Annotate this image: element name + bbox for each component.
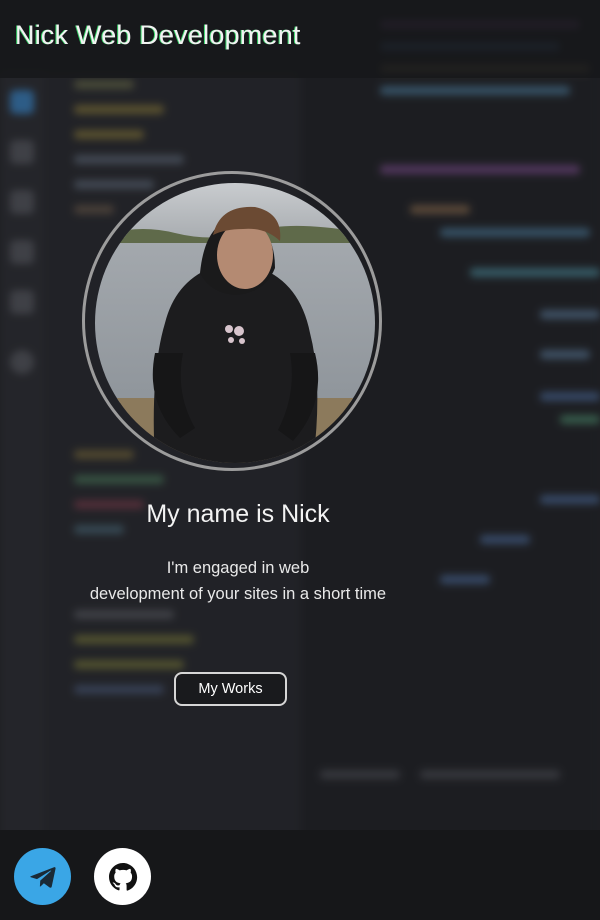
site-brand[interactable]: Nick Web Development <box>15 20 301 51</box>
code-editor-background <box>0 0 600 920</box>
profile-photo-image <box>95 183 375 463</box>
header-bar: Nick Web Development <box>0 0 600 78</box>
activity-bar <box>0 70 44 920</box>
hero-title: My name is Nick <box>146 500 330 528</box>
my-works-button[interactable]: My Works <box>174 672 287 706</box>
github-link[interactable] <box>94 848 151 905</box>
telegram-icon <box>29 866 56 888</box>
telegram-link[interactable] <box>14 848 71 905</box>
footer-bar <box>0 830 600 920</box>
hero-subtitle: I'm engaged in web development of your s… <box>0 555 476 607</box>
editor-pane <box>300 0 600 920</box>
page: Nick Web Development My name is Nick I'm… <box>0 0 600 920</box>
hero-subtitle-line-2: development of your sites in a short tim… <box>89 585 387 603</box>
hero-subtitle-line-1: I'm engaged in web <box>166 559 310 577</box>
github-icon <box>108 862 137 891</box>
profile-photo <box>95 183 375 463</box>
